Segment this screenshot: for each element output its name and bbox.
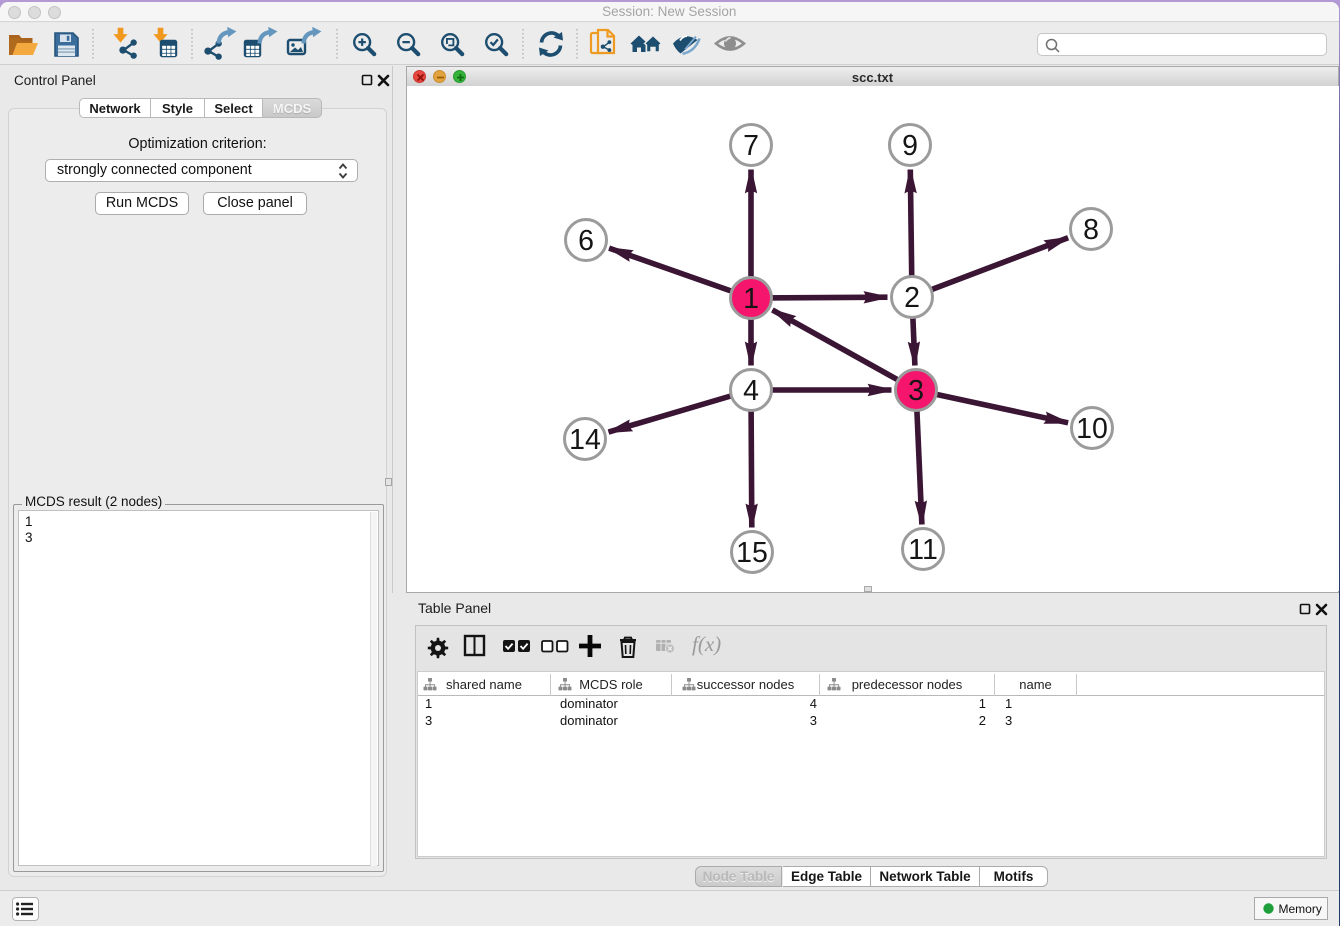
svg-text:8: 8 <box>1083 214 1099 246</box>
svg-text:1: 1 <box>743 283 759 315</box>
svg-text:f(x): f(x) <box>692 632 721 656</box>
svg-text:6: 6 <box>578 225 594 257</box>
svg-text:3: 3 <box>908 375 924 407</box>
svg-text:2: 2 <box>904 282 920 314</box>
svg-text:7: 7 <box>743 130 759 162</box>
svg-text:9: 9 <box>902 130 918 162</box>
svg-text:10: 10 <box>1076 413 1108 445</box>
svg-text:11: 11 <box>908 534 938 566</box>
svg-text:4: 4 <box>743 375 759 407</box>
svg-text:15: 15 <box>736 537 768 569</box>
svg-text:14: 14 <box>569 424 601 456</box>
